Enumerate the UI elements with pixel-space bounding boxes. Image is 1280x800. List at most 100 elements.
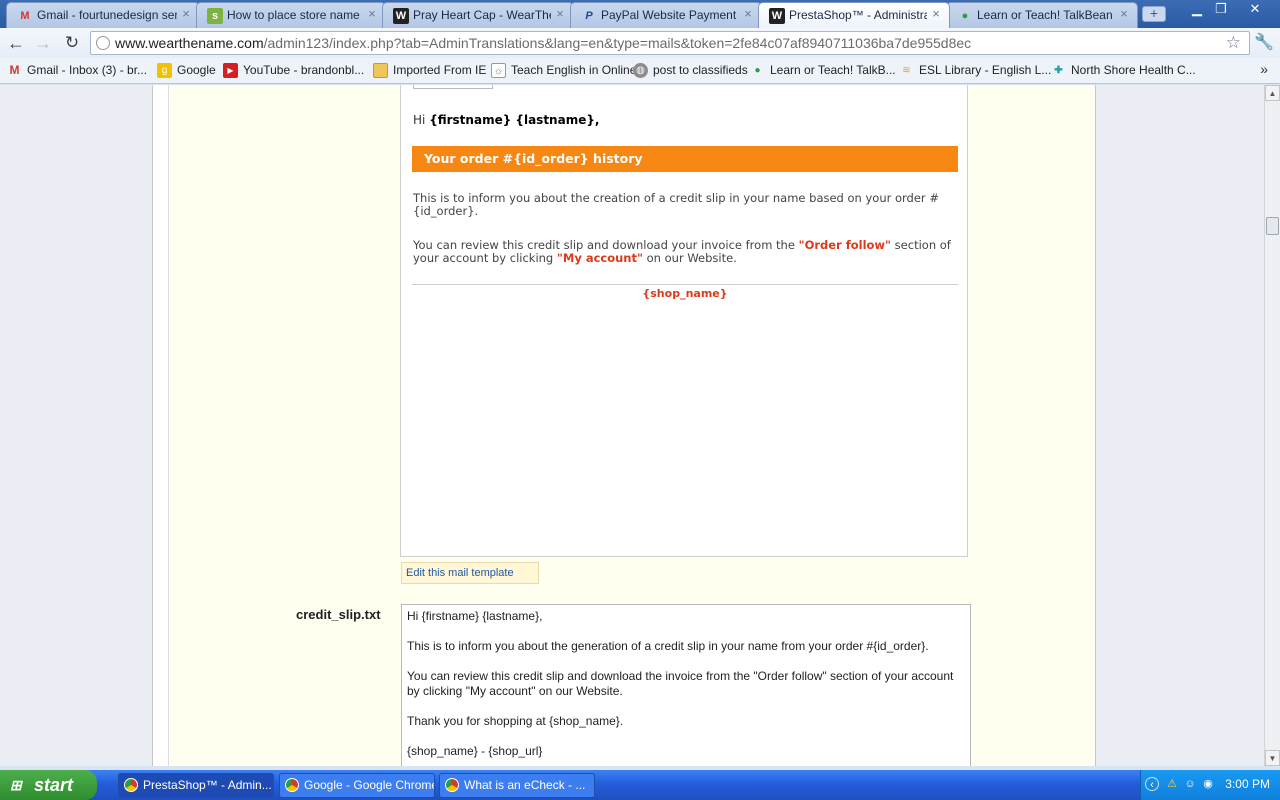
bookmark-north-shore-health[interactable]: ✚ North Shore Health C... (1051, 63, 1196, 77)
start-button[interactable]: ⊞ start (0, 770, 97, 800)
window-close-icon[interactable]: ✕ (1242, 0, 1268, 20)
taskbar-item-prestashop[interactable]: PrestaShop™ - Admin... (118, 773, 274, 798)
tab-label: Pray Heart Cap - WearTheNa (413, 8, 551, 22)
bookmark-teach-english[interactable]: ☼ Teach English in Online (491, 63, 637, 78)
bookmark-label: Teach English in Online (511, 63, 637, 77)
tab-label: PrestaShop™ - Administration (789, 8, 927, 22)
bookmark-esl-library[interactable]: ≋ ESL Library - English L... (899, 63, 1051, 77)
text-template-filename: credit_slip.txt (296, 607, 381, 622)
bookmark-post-to-classifieds[interactable]: ◍ post to classifieds (633, 63, 748, 78)
tab-prestashop[interactable]: W PrestaShop™ - Administration × (758, 2, 950, 28)
folder-icon (373, 63, 388, 78)
bookmark-label: ESL Library - English L... (919, 63, 1052, 77)
clock: 3:00 PM (1225, 777, 1270, 791)
tab-talkbean[interactable]: ● Learn or Teach! TalkBean × (946, 2, 1138, 28)
mail-paragraph-2: You can review this credit slip and down… (413, 239, 959, 265)
close-icon[interactable]: × (553, 7, 567, 21)
mail-header-bar: Your order #{id_order} history (412, 146, 958, 172)
minimize-icon[interactable]: ▁ (1184, 0, 1210, 20)
browser-toolbar: ← → ↻ www.wearthename.com/admin123/index… (0, 28, 1280, 58)
tab-label: Gmail - fourtunedesign sent y (37, 8, 177, 22)
close-icon[interactable]: × (929, 7, 943, 21)
bookmark-talkbean[interactable]: ● Learn or Teach! TalkB... (750, 63, 895, 77)
url-host: www.wearthename.com (115, 35, 264, 51)
chrome-icon (285, 778, 299, 792)
restore-icon[interactable]: ❐ (1208, 0, 1234, 20)
close-icon[interactable]: × (1117, 7, 1131, 21)
google-icon: g (157, 63, 172, 78)
windows-logo-icon: ⊞ (10, 777, 22, 793)
network-icon[interactable]: ◉ (1201, 777, 1215, 791)
mail-text: on our Website. (642, 251, 737, 265)
chrome-icon (124, 778, 138, 792)
forward-icon[interactable]: → (32, 32, 54, 54)
greeting-prefix: Hi (413, 113, 426, 127)
paypal-icon: P (585, 10, 593, 22)
mail-highlight-my-account: "My account" (556, 251, 643, 265)
gmail-icon: M (9, 63, 20, 77)
mail-shop-name: {shop_name} (642, 287, 728, 300)
health-icon: ✚ (1054, 65, 1063, 76)
tab-how-to-place[interactable]: s How to place store name but × (196, 2, 386, 28)
mail-greeting: Hi {firstname} {lastname}, (413, 113, 599, 127)
bookmarks-bar: M Gmail - Inbox (3) - br... g Google ▶ Y… (0, 58, 1280, 84)
page-viewport: Hi {firstname} {lastname}, Your order #{… (0, 85, 1264, 766)
edit-mail-template-link[interactable]: Edit this mail template (401, 562, 539, 584)
mail-highlight-order-follow: "Order follow" (798, 238, 892, 252)
talkbean-icon: ● (754, 65, 761, 76)
url-path: /admin123/index.php?tab=AdminTranslation… (263, 35, 972, 51)
tab-gmail[interactable]: M Gmail - fourtunedesign sent y × (6, 2, 200, 28)
tab-label: How to place store name but (227, 8, 363, 22)
mail-text: You can review this credit slip and down… (413, 238, 799, 252)
tray-expand-icon[interactable]: ‹ (1145, 777, 1159, 791)
bookmark-youtube[interactable]: ▶ YouTube - brandonbl... (223, 63, 364, 78)
bookmark-google[interactable]: g Google (157, 63, 216, 78)
taskbar-label: Google - Google Chrome (304, 778, 435, 792)
scroll-down-icon[interactable]: ▼ (1265, 750, 1280, 766)
bookmark-gmail[interactable]: M Gmail - Inbox (3) - br... (7, 63, 148, 77)
shopify-icon: s (207, 8, 223, 24)
wtn-icon: W (393, 8, 409, 24)
address-bar[interactable]: www.wearthename.com/admin123/index.php?t… (90, 31, 1250, 55)
greeting-name: {firstname} {lastname}, (429, 113, 600, 127)
scroll-up-icon[interactable]: ▲ (1265, 85, 1280, 101)
page-scrollbar[interactable]: ▲ ▼ (1264, 85, 1280, 766)
tab-strip: M Gmail - fourtunedesign sent y × s How … (0, 0, 1280, 28)
back-icon[interactable]: ← (5, 32, 27, 54)
system-tray: ‹ ⚠ ☺ ◉ 3:00 PM (1140, 770, 1280, 800)
bookmark-label: Gmail - Inbox (3) - br... (27, 63, 148, 77)
close-icon[interactable]: × (365, 7, 379, 21)
wtn-icon: W (769, 8, 785, 24)
bookmark-label: North Shore Health C... (1071, 63, 1196, 77)
windows-taskbar: ⊞ start PrestaShop™ - Admin... Google - … (0, 770, 1280, 800)
new-tab-button[interactable]: + (1142, 6, 1166, 22)
bookmark-imported-from-ie[interactable]: Imported From IE (373, 63, 487, 78)
bookmark-label: post to classifieds (653, 63, 748, 77)
mail-logo (413, 85, 493, 89)
mail-paragraph-1: This is to inform you about the creation… (413, 191, 939, 218)
bookmark-label: Google (177, 63, 216, 77)
user-icon[interactable]: ☺ (1183, 777, 1197, 791)
warning-icon[interactable]: ⚠ (1165, 777, 1179, 791)
tab-paypal[interactable]: P PayPal Website Payment Det × (570, 2, 762, 28)
scrollbar-thumb[interactable] (1266, 217, 1279, 235)
taskbar-item-google-chrome[interactable]: Google - Google Chrome (279, 773, 435, 798)
text-template-editor[interactable]: Hi {firstname} {lastname}, This is to in… (401, 604, 971, 766)
wrench-icon[interactable]: 🔧 (1254, 32, 1274, 52)
page-icon: ☼ (491, 63, 506, 78)
reload-icon[interactable]: ↻ (61, 32, 83, 54)
page-info-icon[interactable] (96, 36, 110, 50)
mail-divider (412, 284, 958, 285)
bookmark-label: Imported From IE (393, 63, 487, 77)
bookmark-star-icon[interactable]: ☆ (1226, 32, 1241, 54)
talkbean-icon: ● (961, 10, 969, 22)
chrome-icon (445, 778, 459, 792)
taskbar-item-echeck[interactable]: What is an eCheck - ... (439, 773, 595, 798)
esl-icon: ≋ (902, 65, 911, 76)
tab-pray-heart-cap[interactable]: W Pray Heart Cap - WearTheNa × (382, 2, 574, 28)
close-icon[interactable]: × (179, 7, 193, 21)
bookmarks-overflow-icon[interactable]: » (1260, 61, 1268, 77)
globe-icon: ◍ (633, 63, 648, 78)
close-icon[interactable]: × (741, 7, 755, 21)
tab-label: PayPal Website Payment Det (601, 8, 739, 22)
